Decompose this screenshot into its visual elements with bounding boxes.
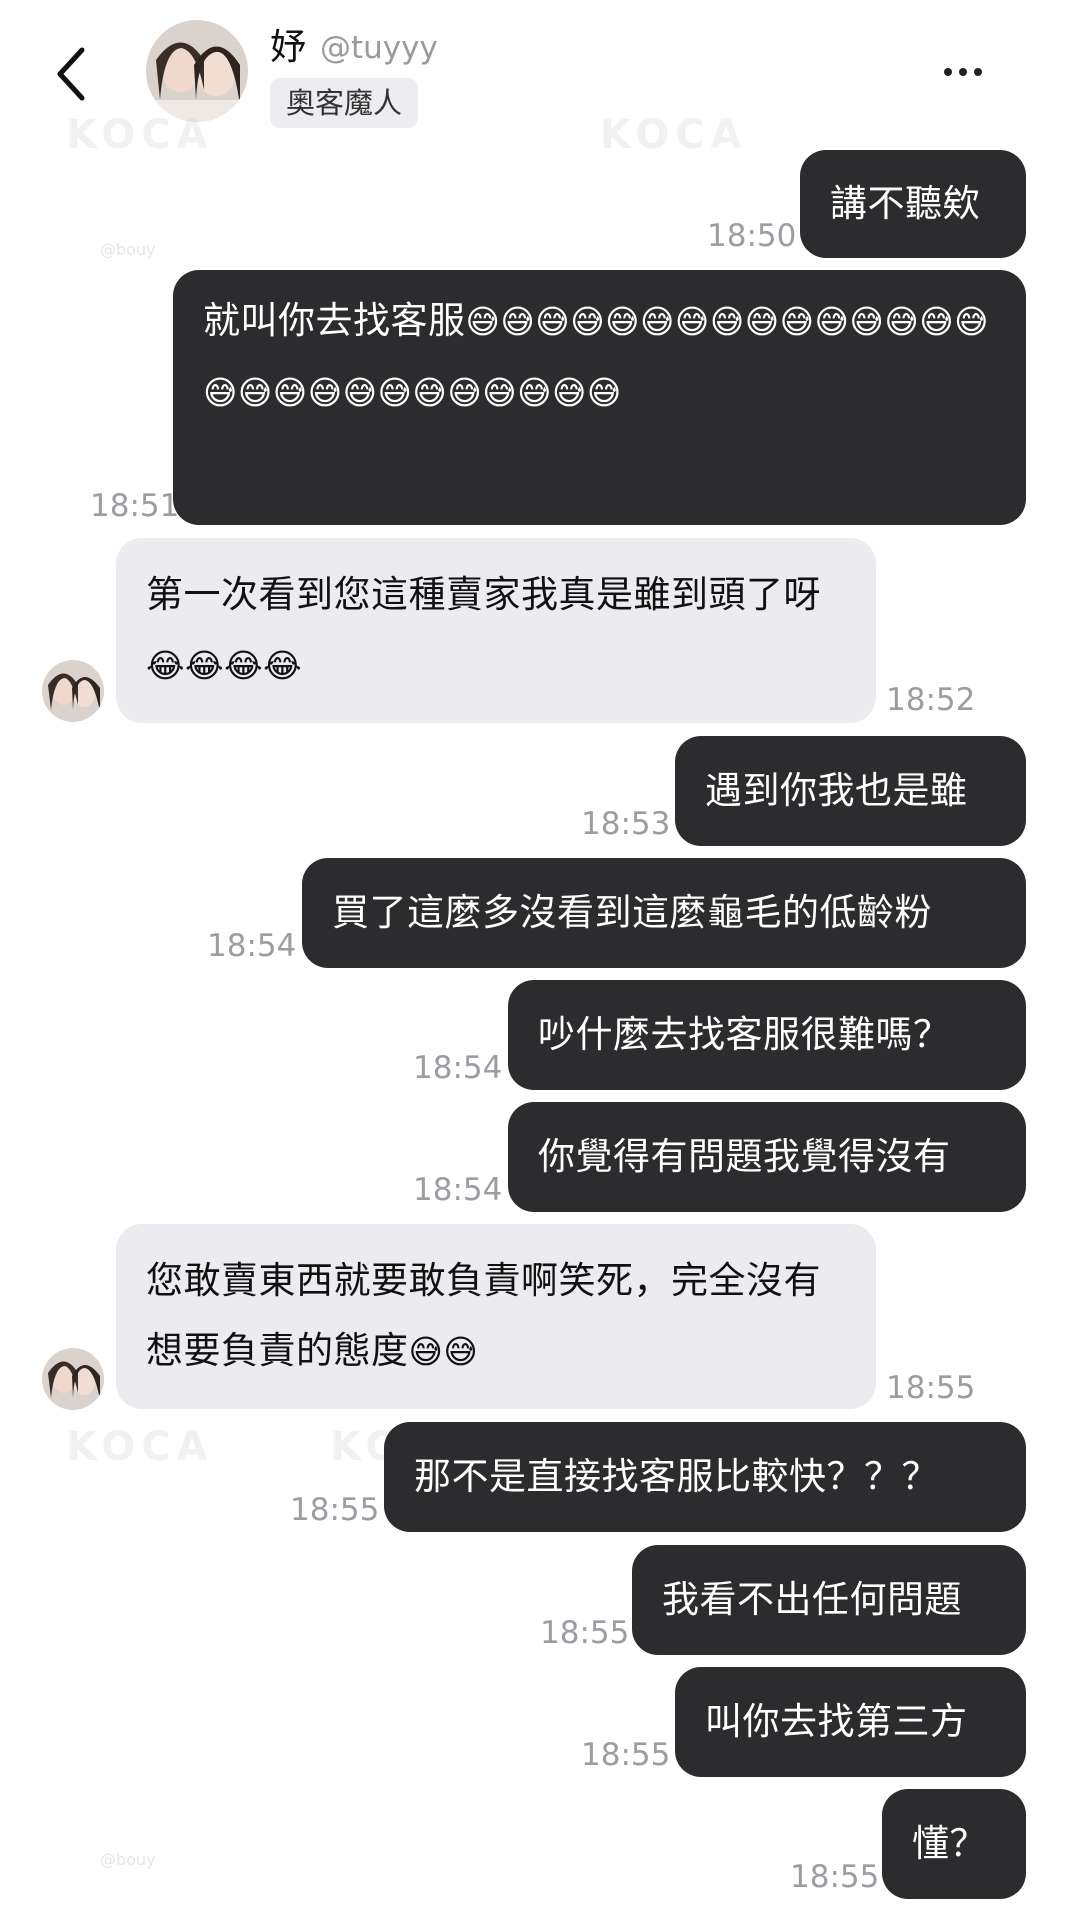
watermark-handle: @bouy — [100, 240, 156, 259]
watermark-logo: KOCA — [66, 112, 214, 158]
message-bubble-outgoing[interactable]: 講不聽欸 — [800, 150, 1026, 258]
message-text: 遇到你我也是雖 — [705, 769, 968, 812]
message-text: 你覺得有問題我覺得沒有 — [538, 1135, 951, 1178]
message-bubble-outgoing[interactable]: 懂？ — [882, 1789, 1026, 1899]
message-time: 18:55 — [790, 1859, 880, 1895]
more-options-icon[interactable] — [944, 68, 982, 76]
message-text: 吵什麼去找客服很難嗎？ — [538, 1013, 951, 1056]
message-text: 我看不出任何問題 — [662, 1578, 962, 1621]
message-text: 第一次看到您這種賣家我真是雖到頭了呀 — [146, 573, 821, 616]
message-time: 18:50 — [707, 218, 797, 254]
message-text: 叫你去找第三方 — [705, 1700, 968, 1743]
message-time: 18:55 — [581, 1737, 671, 1773]
watermark-logo: KOCA — [66, 1424, 214, 1470]
message-time: 18:55 — [540, 1615, 630, 1651]
contact-handle: @tuyyy — [320, 30, 438, 66]
message-time: 18:55 — [886, 1370, 976, 1406]
message-bubble-outgoing[interactable]: 叫你去找第三方 — [675, 1667, 1026, 1777]
message-time: 18:52 — [886, 682, 976, 718]
watermark-handle: @bouy — [100, 1850, 156, 1869]
sender-avatar[interactable] — [42, 660, 104, 722]
message-bubble-outgoing[interactable]: 我看不出任何問題 — [632, 1545, 1026, 1655]
message-bubble-outgoing[interactable]: 你覺得有問題我覺得沒有 — [508, 1102, 1026, 1212]
message-bubble-outgoing[interactable]: 吵什麼去找客服很難嗎？ — [508, 980, 1026, 1090]
contact-badge: 奧客魔人 — [270, 78, 419, 128]
message-time: 18:54 — [413, 1172, 503, 1208]
message-bubble-outgoing[interactable]: 遇到你我也是雖 — [675, 736, 1026, 846]
message-text: 講不聽欸 — [830, 182, 980, 225]
message-time: 18:54 — [413, 1050, 503, 1086]
message-bubble-incoming[interactable]: 第一次看到您這種賣家我真是雖到頭了呀 😂😂😂😂 — [116, 538, 876, 723]
emoji-group: 😅😅 — [408, 1332, 479, 1371]
contact-avatar[interactable] — [146, 20, 248, 122]
back-arrow-icon[interactable] — [52, 44, 92, 104]
message-time: 18:55 — [290, 1492, 380, 1528]
message-time: 18:54 — [207, 928, 297, 964]
watermark-logo: KOCA — [600, 112, 748, 158]
message-text: 那不是直接找客服比較快？？？ — [414, 1455, 939, 1498]
sender-avatar[interactable] — [42, 1348, 104, 1410]
message-text: 買了這麼多沒看到這麼龜毛的低齡粉 — [332, 891, 932, 934]
contact-name: 妤 — [270, 27, 307, 68]
message-time: 18:53 — [581, 806, 671, 842]
message-bubble-outgoing[interactable]: 買了這麼多沒看到這麼龜毛的低齡粉 — [302, 858, 1026, 968]
emoji-group: 😂😂😂😂 — [146, 646, 303, 685]
message-bubble-outgoing[interactable]: 就叫你去找客服😅😅😅😅😅😅😅😅😅😅😅😅😅😅😅😅😅😅😅😅😅😅😅😅😅😅😅 — [173, 270, 1026, 525]
message-bubble-incoming[interactable]: 您敢賣東西就要敢負責啊笑死，完全沒有想要負責的態度😅😅 — [116, 1224, 876, 1409]
message-text: 您敢賣東西就要敢負責啊笑死，完全沒有想要負責的態度 — [146, 1259, 821, 1372]
message-time: 18:51 — [90, 488, 180, 524]
message-text: 懂？ — [912, 1822, 987, 1865]
message-text: 就叫你去找客服 — [203, 299, 466, 342]
message-bubble-outgoing[interactable]: 那不是直接找客服比較快？？？ — [384, 1422, 1026, 1532]
